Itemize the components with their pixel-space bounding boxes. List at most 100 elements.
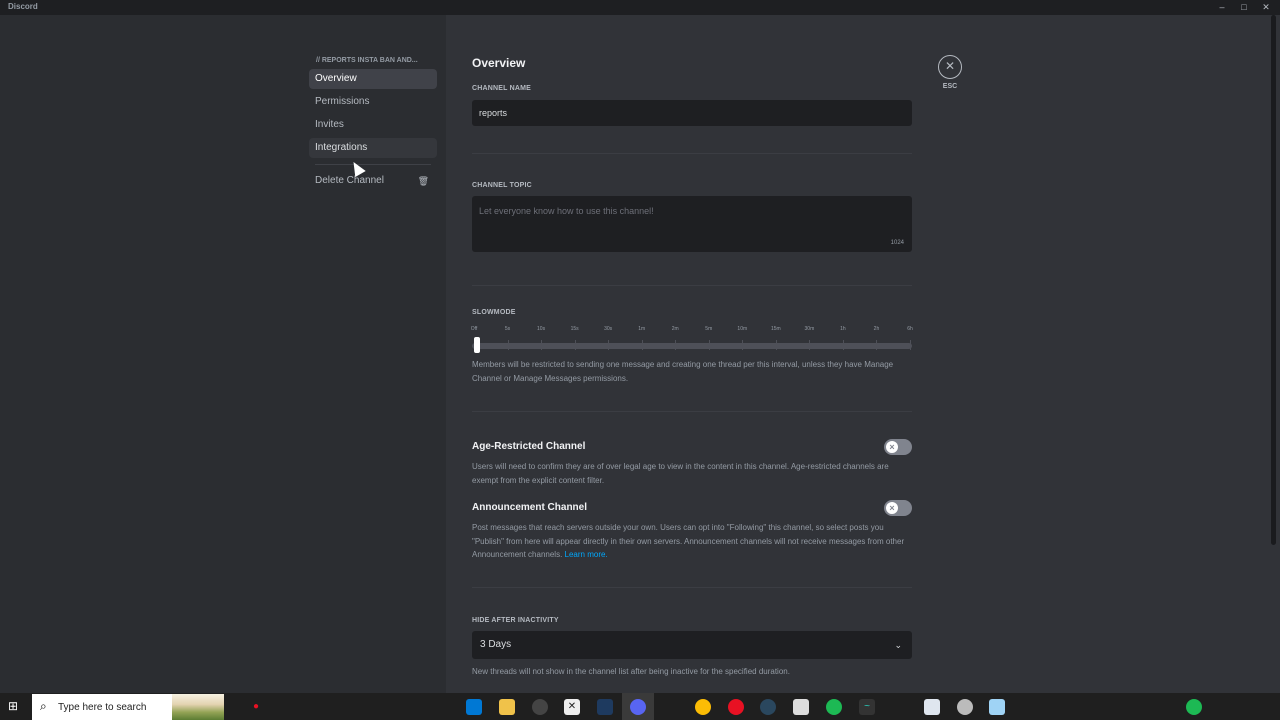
slowmode-tick-mark (876, 340, 878, 350)
steam-icon[interactable] (760, 699, 776, 715)
slowmode-tick-mark (809, 340, 811, 350)
sidebar-item-invites[interactable]: Invites (309, 115, 437, 135)
slowmode-tick-mark (675, 340, 677, 350)
inactivity-duration-select[interactable]: 3 Days ⌄ (472, 631, 912, 659)
slowmode-tick-label: 15m (770, 326, 781, 332)
slowmode-tick-mark (910, 340, 911, 350)
windows-taskbar: ⊞ ⌕ Type here to search ● ✕ ~ (0, 693, 1280, 720)
slowmode-tick-mark (775, 340, 777, 350)
slowmode-tick-mark (742, 340, 744, 350)
slowmode-tick-label: Off (470, 326, 478, 332)
announcement-description: Post messages that reach servers outside… (472, 521, 912, 562)
section-divider (472, 153, 912, 154)
chrome-icon[interactable] (695, 699, 711, 715)
section-divider (472, 411, 912, 412)
announcement-description-text: Post messages that reach servers outside… (472, 523, 905, 559)
announcement-title: Announcement Channel (472, 502, 588, 513)
announcement-toggle[interactable]: × (884, 500, 912, 516)
slowmode-tick-label: 15s (570, 326, 579, 332)
learn-more-link[interactable]: Learn more. (565, 550, 608, 559)
discord-icon[interactable] (630, 699, 646, 715)
tray-app-icon[interactable] (1186, 699, 1202, 715)
settings-nav: // REPORTS INSTA BAN AND... Overview Per… (309, 55, 437, 194)
file-explorer-icon[interactable] (499, 699, 515, 715)
recording-icon[interactable]: ● (248, 699, 264, 715)
slowmode-tick-mark (641, 340, 643, 350)
slowmode-tick-mark (574, 340, 576, 350)
character-counter: 1024 (890, 240, 904, 246)
close-icon[interactable]: ✕ (938, 55, 962, 79)
inactivity-description: New threads will not show in the channel… (472, 667, 790, 676)
slowmode-tick-mark (842, 340, 844, 350)
content-scrollbar[interactable] (1271, 15, 1276, 545)
channel-name-label: CHANNEL NAME (472, 85, 532, 92)
sidebar-item-integrations[interactable]: Integrations (309, 138, 437, 158)
app-icon[interactable]: ~ (859, 699, 875, 715)
slowmode-tick-label: 5m (705, 326, 713, 332)
slowmode-label: SLOWMODE (472, 309, 516, 316)
app-icon[interactable] (793, 699, 809, 715)
slowmode-tick-label: 10s (537, 326, 546, 332)
channel-topic-textarea[interactable]: Let everyone know how to use this channe… (472, 196, 912, 252)
hide-after-inactivity-label: HIDE AFTER INACTIVITY (472, 617, 559, 624)
age-restricted-toggle[interactable]: × (884, 439, 912, 455)
window-controls: – □ ✕ (1214, 0, 1274, 15)
slowmode-tick-label: 30m (804, 326, 815, 332)
chevron-down-icon: ⌄ (894, 640, 902, 650)
window-titlebar: Discord – □ ✕ (0, 0, 1280, 15)
inactivity-duration-value: 3 Days (480, 639, 512, 650)
window-title: Discord (8, 2, 38, 11)
app-icon[interactable] (989, 699, 1005, 715)
slowmode-tick-label: 1h (840, 326, 846, 332)
slowmode-tick-label: 5s (504, 326, 511, 332)
app-icon[interactable] (466, 699, 482, 715)
slowmode-tick-mark (541, 340, 543, 350)
age-restricted-description: Users will need to confirm they are of o… (472, 462, 889, 485)
channel-header: // REPORTS INSTA BAN AND... (316, 57, 418, 64)
slowmode-tick-mark (507, 340, 509, 350)
taskbar-search-placeholder: Type here to search (58, 702, 147, 713)
search-highlight-image (172, 694, 224, 720)
slowmode-tick-label: 30s (604, 326, 613, 332)
close-window-icon[interactable]: ✕ (1258, 0, 1274, 15)
app-icon[interactable] (924, 699, 940, 715)
slowmode-slider-handle[interactable] (474, 337, 480, 353)
slowmode-tick-labels: Off 5s 10s 15s 30s 1m 2m 5m 10m 15m 30m 1h 2h 6h (470, 326, 913, 336)
settings-sidebar: // REPORTS INSTA BAN AND... Overview Per… (0, 15, 446, 693)
section-divider (472, 587, 912, 588)
search-icon: ⌕ (40, 699, 47, 713)
slowmode-slider-track[interactable] (472, 343, 912, 349)
toggle-off-icon: × (886, 441, 898, 453)
slowmode-tick-mark (708, 340, 710, 350)
sidebar-divider (315, 164, 431, 165)
page-title: Overview (472, 56, 526, 70)
app-icon[interactable] (597, 699, 613, 715)
maximize-icon[interactable]: □ (1236, 0, 1252, 15)
app-icon[interactable] (532, 699, 548, 715)
settings-content: Overview CHANNEL NAME reports CHANNEL TO… (446, 15, 1280, 693)
minimize-icon[interactable]: – (1214, 0, 1230, 15)
slowmode-tick-label: 10m (737, 326, 748, 332)
close-settings-button[interactable]: ✕ ESC (938, 55, 962, 90)
delete-channel-button[interactable]: Delete Channel 🗑 (309, 171, 437, 191)
delete-channel-label: Delete Channel (315, 175, 384, 186)
app-icon[interactable]: ✕ (564, 699, 580, 715)
windows-start-icon[interactable]: ⊞ (6, 699, 20, 713)
slowmode-tick-label: 6h (907, 326, 913, 332)
settings-icon[interactable] (957, 699, 973, 715)
channel-topic-label: CHANNEL TOPIC (472, 182, 532, 189)
slowmode-tick-label: 2h (873, 326, 880, 332)
slowmode-tick-mark (608, 340, 610, 350)
sidebar-item-permissions[interactable]: Permissions (309, 92, 437, 112)
channel-topic-placeholder: Let everyone know how to use this channe… (479, 206, 654, 216)
toggle-off-icon: × (886, 502, 898, 514)
channel-name-input[interactable]: reports (472, 100, 912, 126)
trash-icon: 🗑 (417, 176, 429, 186)
spotify-icon[interactable] (826, 699, 842, 715)
taskbar-search-box[interactable]: ⌕ Type here to search (32, 694, 224, 720)
opera-icon[interactable] (728, 699, 744, 715)
age-restricted-title: Age-Restricted Channel (472, 441, 586, 452)
slowmode-tick-label: 1m (638, 326, 646, 332)
slowmode-description: Members will be restricted to sending on… (472, 360, 894, 383)
sidebar-item-overview[interactable]: Overview (309, 69, 437, 89)
